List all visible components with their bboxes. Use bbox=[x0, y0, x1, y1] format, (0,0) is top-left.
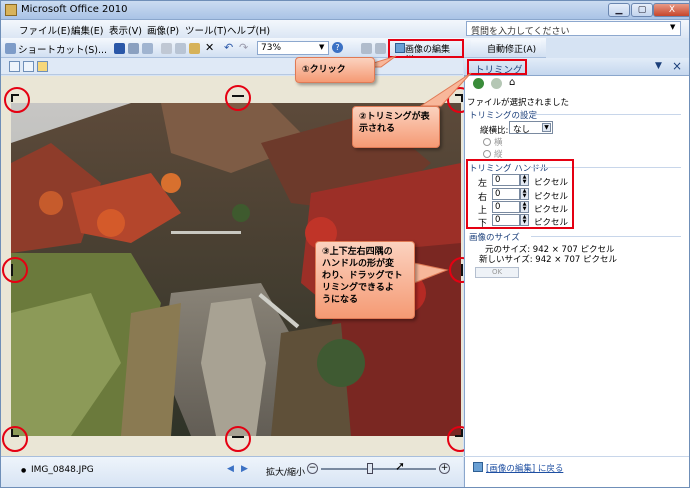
callout-handles-line3: わり、ドラッグでト bbox=[322, 271, 403, 281]
callout-handles: ③上下左右四隅の ハンドルの形が変 わり、ドラッグでト リミングできるよ うにな… bbox=[315, 241, 415, 319]
callout-trim-shown: ②トリミングが表 示される bbox=[352, 106, 440, 148]
callout-pointer-trim bbox=[419, 72, 472, 107]
callout-handles-line2: ハンドルの形が変 bbox=[322, 259, 395, 269]
app-window: Microsoft Office 2010 ▁ ▢ X ファイル(E) 編集(E… bbox=[0, 0, 690, 488]
callout-handles-line4: リミングできるよ bbox=[322, 283, 394, 293]
callout-click-text: ①クリック bbox=[302, 65, 346, 75]
callout-trim-line2: 示される bbox=[359, 124, 396, 134]
callout-trim-line1: ②トリミングが表 bbox=[359, 112, 430, 122]
callout-pointer-handles bbox=[413, 262, 449, 284]
callout-handles-line1: ③上下左右四隅の bbox=[322, 247, 393, 257]
callout-handles-line5: うになる bbox=[322, 295, 359, 305]
callout-click: ①クリック bbox=[295, 57, 375, 83]
